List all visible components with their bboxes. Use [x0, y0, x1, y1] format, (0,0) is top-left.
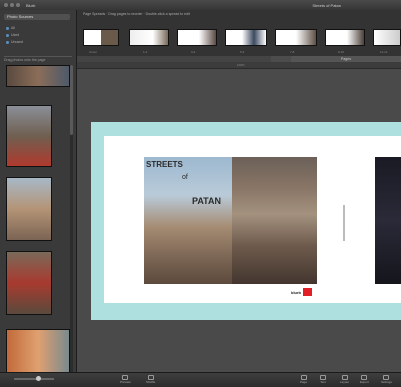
- radio-icon: [6, 40, 9, 44]
- spread-thumb[interactable]: [325, 29, 365, 46]
- radio-icon: [6, 26, 9, 30]
- spread-number: 1-2: [143, 50, 148, 54]
- spread-number: 5-6: [240, 50, 245, 54]
- spread-thumb[interactable]: [129, 29, 169, 46]
- sidebar-header[interactable]: Photo Sources: [4, 14, 70, 20]
- spread-number: 3-4: [191, 50, 196, 54]
- zoom-slider[interactable]: [14, 376, 54, 381]
- radio-icon: [6, 33, 9, 37]
- title-text-3[interactable]: PATAN: [192, 196, 221, 206]
- spread-thumb[interactable]: [275, 29, 317, 46]
- window-controls[interactable]: [4, 3, 20, 7]
- title-text-1[interactable]: STREETS: [146, 160, 183, 169]
- spread-number: 7-8: [290, 50, 295, 54]
- spread-number: 11-12: [380, 50, 388, 54]
- page-gutter-handle[interactable]: [343, 205, 345, 241]
- filter-unused[interactable]: Unused: [6, 40, 23, 44]
- photo-sidebar: Photo Sources All Used Unused Drag photo…: [0, 10, 77, 377]
- photo-thumb[interactable]: [6, 65, 70, 87]
- photo-frame-next[interactable]: [375, 157, 401, 284]
- photo-thumb[interactable]: [6, 105, 52, 167]
- spread-thumb[interactable]: [225, 29, 267, 46]
- title-text-2[interactable]: of: [182, 174, 188, 181]
- preview-button[interactable]: Preview: [120, 375, 131, 384]
- zoom-label: 100%: [237, 63, 245, 67]
- spread-number: 9-10: [338, 50, 345, 54]
- window-title: Streets of Patan: [312, 3, 341, 8]
- app-name: Blurb: [26, 3, 36, 8]
- spread-thumb[interactable]: [177, 29, 217, 46]
- ruler: 100%: [77, 62, 401, 69]
- page-button[interactable]: Page: [300, 375, 307, 384]
- photo-frame-right[interactable]: [232, 157, 317, 284]
- text-button[interactable]: Text: [320, 375, 326, 384]
- spread-thumb[interactable]: [373, 29, 401, 46]
- sidebar-hint: Drag photos onto the page: [4, 56, 72, 63]
- spread-thumb[interactable]: [83, 29, 119, 46]
- sidebar-scrollbar[interactable]: [70, 65, 73, 375]
- filter-used[interactable]: Used: [6, 33, 19, 37]
- layout-button[interactable]: Layout: [340, 375, 349, 384]
- photo-thumb[interactable]: [6, 177, 52, 241]
- filter-all[interactable]: All: [6, 26, 15, 30]
- publisher-logo: blurb: [291, 288, 312, 296]
- spread-number: Cover: [89, 50, 98, 54]
- photo-thumb[interactable]: [6, 329, 70, 377]
- export-button[interactable]: Export: [360, 375, 369, 384]
- slider-knob[interactable]: [36, 376, 41, 381]
- logo-mark: [303, 288, 312, 296]
- bottom-toolbar: Preview Shuffle Page Text Layout Export …: [0, 372, 401, 387]
- photo-frame-left[interactable]: [144, 157, 232, 284]
- shuffle-button[interactable]: Shuffle: [146, 375, 155, 384]
- strip-caption: Page Spreads · Drag pages to reorder · D…: [83, 12, 190, 16]
- page-strip: Page Spreads · Drag pages to reorder · D…: [77, 10, 401, 57]
- settings-button[interactable]: Settings: [381, 375, 392, 384]
- photo-thumb[interactable]: [6, 251, 52, 315]
- photo-list: [4, 65, 72, 380]
